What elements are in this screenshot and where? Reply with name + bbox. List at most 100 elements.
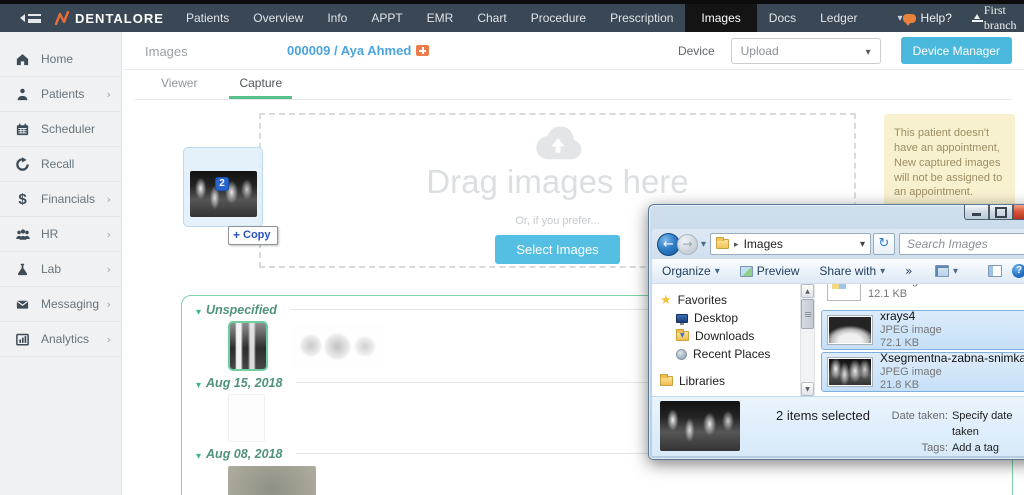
person-icon (14, 86, 31, 102)
teeth-render-thumbnail[interactable] (290, 323, 385, 370)
minimize-button[interactable] (964, 205, 989, 220)
sidebar-collapse-button[interactable] (20, 4, 41, 32)
sidebar-item-home[interactable]: Home (0, 42, 121, 77)
xray-thumbnail-selected[interactable] (228, 321, 268, 371)
nav-item-downloads[interactable]: Downloads (660, 327, 800, 345)
file-tile-xsegmentna[interactable]: Xsegmentna-zabna-snimka JPEG image 21.8 … (821, 352, 1024, 392)
blank-image-thumbnail[interactable] (228, 394, 265, 442)
maximize-button[interactable] (989, 205, 1013, 220)
nav-pane-scrollbar[interactable]: ▲ ▼ (800, 284, 815, 396)
date-taken-value[interactable]: Specify date taken (952, 408, 1024, 440)
nav-item-appt[interactable]: APPT (359, 4, 414, 32)
medical-kit-icon (416, 45, 429, 56)
chevron-right-icon (107, 193, 111, 206)
explorer-toolbar: Organize Preview Share with » ? (652, 259, 1024, 284)
history-caret-icon[interactable] (701, 239, 706, 250)
sidebar-item-scheduler[interactable]: Scheduler (0, 112, 121, 147)
calendar-icon (14, 121, 31, 137)
nav-item-ledger[interactable]: Ledger (808, 4, 869, 32)
scroll-up-button[interactable]: ▲ (801, 284, 814, 298)
top-navbar: DENTALORE Patients Overview Info APPT EM… (0, 4, 1024, 32)
help-menu[interactable]: Help? (903, 11, 952, 25)
file-name: Xsegmentna-zabna-snimka (880, 352, 1024, 365)
favorites-node[interactable]: ★ Favorites (660, 291, 800, 309)
chevron-right-icon (107, 263, 111, 276)
sidebar-item-hr[interactable]: HR (0, 217, 121, 252)
breadcrumb-folder[interactable]: Images (744, 237, 783, 251)
libraries-node[interactable]: Libraries (660, 372, 800, 390)
favorites-label: Favorites (678, 293, 727, 307)
nav-item-desktop[interactable]: Desktop (660, 309, 800, 327)
collapse-caret-icon (196, 300, 201, 319)
nav-item-chart[interactable]: Chart (465, 4, 518, 32)
nav-item-emr[interactable]: EMR (415, 4, 466, 32)
collapse-caret-icon (196, 444, 201, 463)
nav-item-info[interactable]: Info (315, 4, 359, 32)
toolbar-overflow-button[interactable]: » (905, 264, 912, 278)
help-label: Help? (921, 11, 952, 25)
dropzone-hint: Or, if you prefer... (515, 215, 599, 227)
change-view-button[interactable] (935, 265, 958, 277)
sidebar-item-analytics[interactable]: Analytics (0, 322, 121, 357)
search-input[interactable] (900, 234, 1024, 254)
copy-tooltip-label: Copy (243, 229, 271, 241)
nav-item-prescription[interactable]: Prescription (598, 4, 685, 32)
address-bar[interactable]: Images (710, 233, 871, 255)
address-dropdown-icon[interactable] (860, 239, 865, 250)
sidebar-item-lab[interactable]: Lab (0, 252, 121, 287)
hamburger-icon (28, 14, 41, 23)
explorer-titlebar[interactable]: ✕ (652, 208, 1024, 229)
organize-menu[interactable]: Organize (662, 264, 720, 278)
tab-viewer[interactable]: Viewer (151, 70, 207, 99)
nav-item-images[interactable]: Images (685, 4, 756, 32)
sidebar-item-financials[interactable]: $ Financials (0, 182, 121, 217)
tab-capture[interactable]: Capture (229, 70, 292, 99)
date-taken-label: Date taken: (884, 408, 948, 440)
close-button[interactable]: ✕ (1013, 205, 1024, 220)
plus-icon (233, 228, 240, 242)
sidebar-item-messaging[interactable]: Messaging (0, 287, 121, 322)
section-label: Unspecified (206, 303, 277, 317)
branch-menu[interactable]: First branch (972, 3, 1021, 33)
sidebar-label: Patients (41, 87, 84, 101)
nav-item-procedure[interactable]: Procedure (519, 4, 598, 32)
photo-thumbnail[interactable] (228, 466, 316, 495)
device-select[interactable]: Upload (731, 38, 881, 64)
nav-item-overview[interactable]: Overview (241, 4, 315, 32)
device-controls: Device Upload Device Manager (678, 37, 1012, 64)
search-box[interactable] (899, 233, 1024, 255)
branch-icon (972, 14, 979, 23)
sidebar-item-patients[interactable]: Patients (0, 77, 121, 112)
file-type: JPEG image (880, 324, 942, 336)
scroll-down-button[interactable]: ▼ (801, 382, 814, 396)
refresh-button[interactable]: ↻ (873, 233, 895, 255)
forward-button[interactable]: → (677, 234, 698, 255)
device-manager-button[interactable]: Device Manager (901, 37, 1012, 64)
scrollbar-thumb[interactable] (801, 299, 814, 329)
bar-chart-icon (14, 331, 31, 347)
patient-link[interactable]: 000009 / Aya Ahmed (287, 43, 429, 58)
app-logo[interactable]: DENTALORE (55, 4, 164, 32)
preview-button[interactable]: Preview (740, 264, 800, 278)
tags-value[interactable]: Add a tag (952, 440, 999, 456)
home-icon (14, 51, 31, 67)
file-thumbnail (827, 315, 873, 345)
sidebar-label: Home (41, 52, 73, 66)
explorer-window: ✕ ← → Images ↻ Organize (648, 204, 1024, 460)
nav-item-recent-places[interactable]: Recent Places (660, 345, 800, 363)
desktop-icon (676, 314, 688, 323)
file-tile-xrays4[interactable]: xrays4 JPEG image 72.1 KB (821, 310, 1024, 350)
nav-item-docs[interactable]: Docs (757, 4, 808, 32)
file-list: TIFF image 12.1 KB xrays4 JPEG image 72.… (815, 284, 1024, 396)
file-tile-tiff[interactable]: TIFF image 12.1 KB (821, 284, 1024, 308)
select-images-button[interactable]: Select Images (495, 235, 619, 264)
sidebar-item-recall[interactable]: Recall (0, 147, 121, 182)
sidebar-label: Messaging (41, 297, 99, 311)
preview-pane-toggle[interactable] (988, 265, 1002, 277)
drag-ghost[interactable]: 2 Copy (183, 147, 263, 227)
share-with-menu[interactable]: Share with (819, 264, 885, 278)
nav-item-patients[interactable]: Patients (174, 4, 241, 32)
selection-metadata: Date taken: Specify date taken Tags: Add… (884, 408, 1024, 456)
collapse-caret-icon (196, 373, 201, 392)
explorer-help-button[interactable]: ? (1012, 264, 1024, 278)
